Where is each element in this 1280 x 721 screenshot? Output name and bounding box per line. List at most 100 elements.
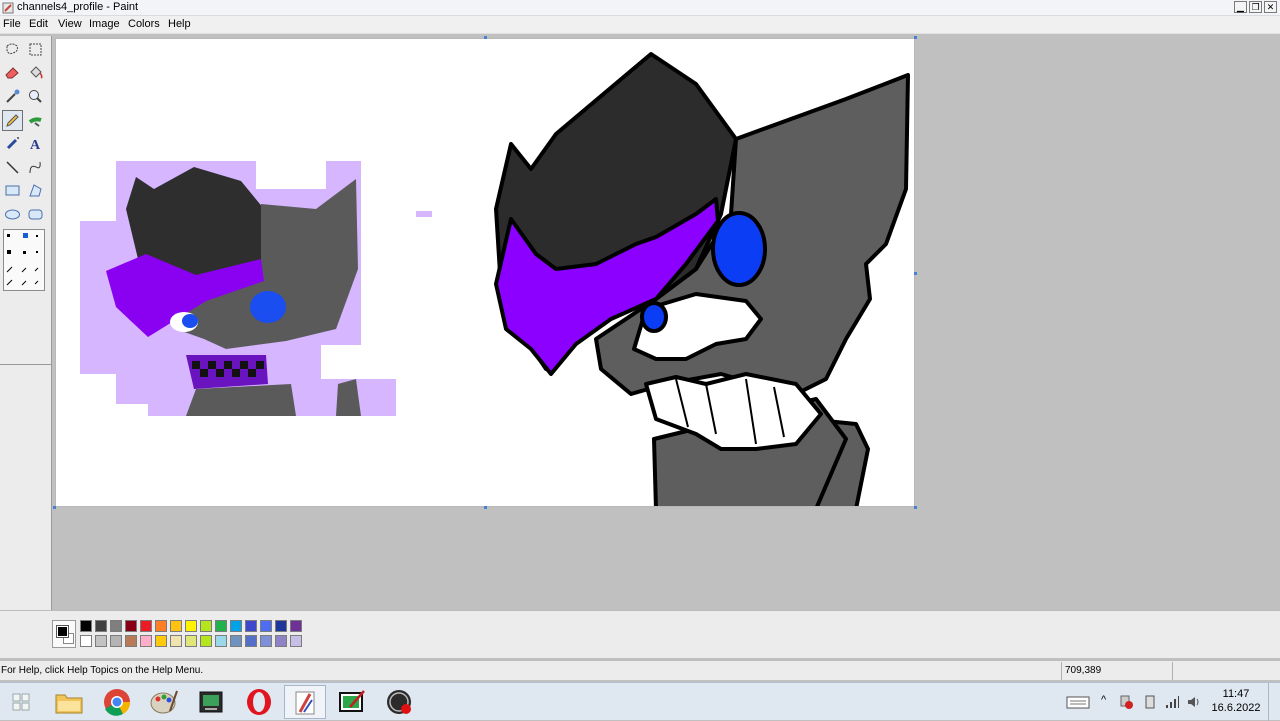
- color-swatch[interactable]: [170, 620, 182, 632]
- color-swatch[interactable]: [245, 635, 257, 647]
- usb-device-icon[interactable]: [1142, 694, 1158, 710]
- obs-button[interactable]: [378, 685, 420, 719]
- ellipse-tool[interactable]: [2, 204, 23, 225]
- chrome-icon: [104, 689, 131, 716]
- color-swatch[interactable]: [95, 620, 107, 632]
- color-swatch[interactable]: [260, 620, 272, 632]
- color-swatch[interactable]: [110, 635, 122, 647]
- color-swatch[interactable]: [110, 620, 122, 632]
- airbrush-tool[interactable]: [2, 133, 23, 154]
- color-swatch[interactable]: [80, 620, 92, 632]
- status-help-text: For Help, click Help Topics on the Help …: [1, 665, 204, 676]
- color-swatch[interactable]: [290, 635, 302, 647]
- pick-color-tool[interactable]: [2, 86, 23, 107]
- rectangle-icon: [5, 185, 20, 196]
- color-swatch[interactable]: [140, 635, 152, 647]
- show-hidden-icons-icon[interactable]: ^: [1101, 694, 1117, 710]
- color-swatch[interactable]: [275, 620, 287, 632]
- close-icon: ✕: [1266, 2, 1275, 12]
- color-swatch[interactable]: [245, 620, 257, 632]
- color-swatch[interactable]: [290, 620, 302, 632]
- current-colors-box[interactable]: [52, 620, 76, 648]
- restore-icon: ❐: [1251, 2, 1260, 12]
- text-tool[interactable]: A: [25, 133, 46, 154]
- resize-handle-bottom-left: [53, 506, 56, 509]
- rounded-rectangle-tool[interactable]: [25, 204, 46, 225]
- tool-options-panel[interactable]: [3, 229, 45, 291]
- color-swatch[interactable]: [260, 635, 272, 647]
- network-icon[interactable]: [1164, 694, 1180, 710]
- color-swatch[interactable]: [200, 635, 212, 647]
- magnifier-tool[interactable]: [25, 86, 46, 107]
- menu-image[interactable]: Image: [89, 18, 120, 31]
- color-swatch[interactable]: [155, 635, 167, 647]
- media-player-button[interactable]: [190, 685, 232, 719]
- menu-file[interactable]: File: [3, 18, 21, 31]
- menu-help[interactable]: Help: [168, 18, 191, 31]
- drawing-canvas[interactable]: [55, 38, 915, 507]
- color-swatch[interactable]: [185, 635, 197, 647]
- color-swatch[interactable]: [230, 620, 242, 632]
- line-tool[interactable]: [2, 157, 23, 178]
- pencil-tool[interactable]: [2, 110, 23, 131]
- color-swatch[interactable]: [170, 635, 182, 647]
- color-swatch[interactable]: [125, 635, 137, 647]
- menu-view[interactable]: View: [58, 18, 82, 31]
- start-button[interactable]: [0, 685, 42, 719]
- select-tool[interactable]: [25, 39, 46, 60]
- polygon-icon: [29, 184, 42, 197]
- color-swatch[interactable]: [275, 635, 287, 647]
- color-swatch[interactable]: [140, 620, 152, 632]
- color-swatch[interactable]: [230, 635, 242, 647]
- paint-shop-button[interactable]: [143, 685, 185, 719]
- chrome-button[interactable]: [96, 685, 138, 719]
- volume-icon[interactable]: [1186, 694, 1202, 710]
- minimize-button[interactable]: ▁: [1234, 1, 1247, 13]
- brush-tool[interactable]: [25, 110, 46, 131]
- obs-icon: [387, 690, 411, 714]
- pencil-size-options-icon: [6, 233, 39, 286]
- brush-icon: [28, 117, 42, 127]
- resize-handle-right[interactable]: [914, 272, 917, 275]
- free-form-select-tool[interactable]: [2, 39, 23, 60]
- paint-taskbar-button[interactable]: [284, 685, 326, 719]
- system-clock[interactable]: 11:47 16.6.2022: [1210, 687, 1262, 715]
- show-desktop-button[interactable]: [1268, 683, 1280, 721]
- tablet-app-button[interactable]: [331, 685, 373, 719]
- pixel-art-cat: [80, 161, 432, 416]
- color-swatch[interactable]: [215, 620, 227, 632]
- resize-handle-top[interactable]: [484, 36, 487, 39]
- color-swatch[interactable]: [215, 635, 227, 647]
- resize-handle-bottom[interactable]: [484, 506, 487, 509]
- resize-handle-top-right: [914, 36, 917, 39]
- clock-date: 16.6.2022: [1211, 702, 1261, 714]
- resize-handle-corner[interactable]: [914, 506, 917, 509]
- color-swatch[interactable]: [155, 620, 167, 632]
- security-alert-icon[interactable]: [1118, 694, 1134, 710]
- file-explorer-button[interactable]: [48, 685, 90, 719]
- close-button[interactable]: ✕: [1264, 1, 1277, 13]
- tablet-app-icon: [339, 690, 365, 712]
- rectangle-tool[interactable]: [2, 180, 23, 201]
- color-swatch[interactable]: [185, 620, 197, 632]
- color-swatch[interactable]: [80, 635, 92, 647]
- keyboard-icon[interactable]: [1066, 694, 1090, 710]
- restore-button[interactable]: ❐: [1249, 1, 1262, 13]
- eraser-tool[interactable]: [2, 62, 23, 83]
- paint-icon: [295, 691, 315, 715]
- polygon-tool[interactable]: [25, 180, 46, 201]
- color-swatch[interactable]: [200, 620, 212, 632]
- color-swatch[interactable]: [95, 635, 107, 647]
- opera-icon: [247, 689, 271, 715]
- color-swatch[interactable]: [125, 620, 137, 632]
- fill-tool[interactable]: [25, 62, 46, 83]
- tool-box: A: [0, 36, 52, 610]
- opera-button[interactable]: [238, 685, 280, 719]
- menu-edit[interactable]: Edit: [29, 18, 48, 31]
- curve-tool[interactable]: [25, 157, 46, 178]
- menu-colors[interactable]: Colors: [128, 18, 160, 31]
- windows-logo-icon: [12, 693, 30, 711]
- lineart-cat: [494, 52, 910, 506]
- cursor-coordinates: 709,389: [1061, 662, 1171, 680]
- cat-artwork-image: [80, 52, 910, 506]
